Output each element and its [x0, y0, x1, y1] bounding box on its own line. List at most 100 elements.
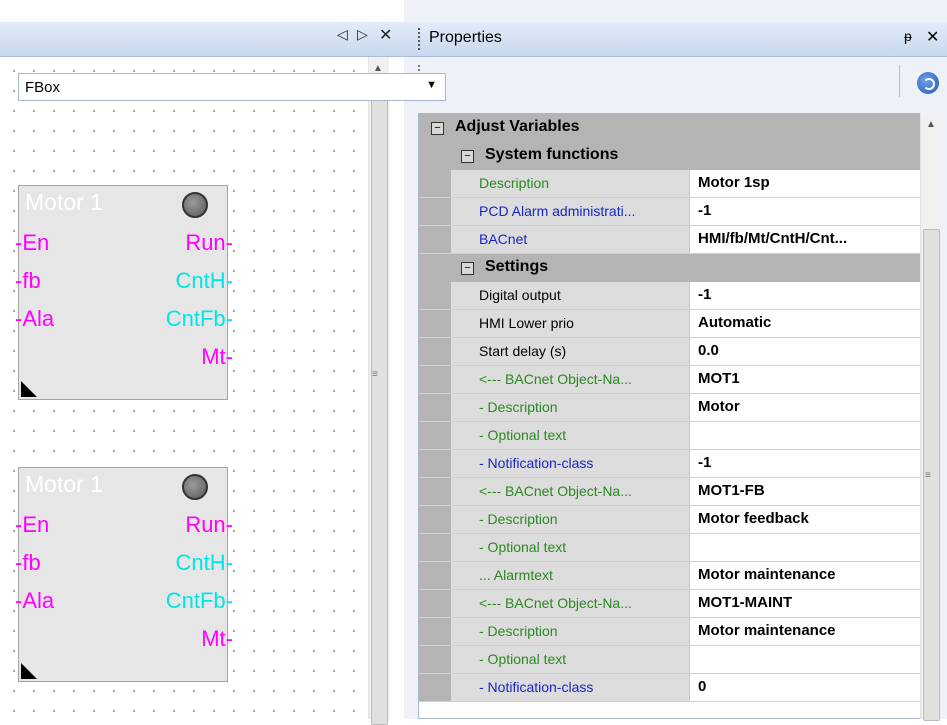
row-gutter: [419, 562, 451, 589]
motor-fbox[interactable]: Motor 1 -En -fb -Ala Run- CntH- CntFb- Mt-: [15, 467, 233, 682]
scrollbar-grip-icon: ≡: [925, 470, 931, 481]
property-row[interactable]: ... Alarmtext Motor maintenance: [419, 562, 920, 590]
close-properties-icon[interactable]: ✕: [926, 27, 939, 47]
properties-vertical-scrollbar[interactable]: ▲ ≡: [920, 113, 941, 721]
property-name[interactable]: <--- BACnet Object-Na...: [451, 478, 690, 505]
output-pin[interactable]: Mt-: [201, 345, 233, 369]
object-select-dropdown[interactable]: FBox ▼: [18, 73, 446, 101]
property-row[interactable]: - Description Motor feedback: [419, 506, 920, 534]
property-row[interactable]: BACnet HMI/fb/Mt/CntH/Cnt...: [419, 226, 920, 254]
property-value[interactable]: Motor maintenance: [690, 618, 920, 645]
output-pin[interactable]: CntFb-: [166, 589, 233, 613]
property-row[interactable]: Description Motor 1sp: [419, 170, 920, 198]
collapse-icon[interactable]: −: [431, 122, 444, 135]
row-gutter: [419, 478, 451, 505]
row-gutter: [419, 226, 451, 253]
category-row[interactable]: − System functions: [419, 142, 920, 170]
property-name[interactable]: <--- BACnet Object-Na...: [451, 366, 690, 393]
property-value[interactable]: Motor 1sp: [690, 170, 920, 197]
input-pin[interactable]: -fb: [15, 551, 41, 575]
toolbar-separator: [899, 65, 900, 97]
property-row[interactable]: - Notification-class -1: [419, 450, 920, 478]
scroll-up-arrow-icon[interactable]: ▲: [926, 119, 936, 130]
property-name[interactable]: - Description: [451, 394, 690, 421]
output-pin[interactable]: CntH-: [176, 269, 233, 293]
pin-icon[interactable]: ᵽ: [904, 28, 912, 44]
property-name[interactable]: <--- BACnet Object-Na...: [451, 590, 690, 617]
property-name[interactable]: ... Alarmtext: [451, 562, 690, 589]
refresh-icon[interactable]: [917, 72, 939, 94]
property-row[interactable]: - Description Motor maintenance: [419, 618, 920, 646]
input-pin[interactable]: -Ala: [15, 307, 54, 331]
property-row[interactable]: - Optional text: [419, 646, 920, 674]
property-name[interactable]: - Description: [451, 618, 690, 645]
property-value[interactable]: 0: [690, 674, 920, 701]
input-pin[interactable]: -fb: [15, 269, 41, 293]
property-row[interactable]: - Description Motor: [419, 394, 920, 422]
property-value[interactable]: 0.0: [690, 338, 920, 365]
property-value[interactable]: MOT1-MAINT: [690, 590, 920, 617]
motor-fbox[interactable]: Motor 1 -En -fb -Ala Run- CntH- CntFb- Mt-: [15, 185, 233, 400]
input-pin[interactable]: -Ala: [15, 589, 54, 613]
property-value[interactable]: Motor maintenance: [690, 562, 920, 589]
close-editor-icon[interactable]: ✕: [379, 25, 392, 45]
property-name[interactable]: HMI Lower prio: [451, 310, 690, 337]
property-value[interactable]: [690, 646, 920, 673]
property-name[interactable]: - Optional text: [451, 422, 690, 449]
category-label: System functions: [485, 146, 619, 163]
output-pin[interactable]: Mt-: [201, 627, 233, 651]
property-row[interactable]: PCD Alarm administrati... -1: [419, 198, 920, 226]
property-value[interactable]: Automatic: [690, 310, 920, 337]
dropdown-arrow-icon[interactable]: ▼: [426, 79, 437, 91]
input-pin[interactable]: -En: [15, 231, 49, 255]
category-row[interactable]: − Settings: [419, 254, 920, 282]
property-name[interactable]: - Notification-class: [451, 450, 690, 477]
property-value[interactable]: MOT1-FB: [690, 478, 920, 505]
input-pin[interactable]: -En: [15, 513, 49, 537]
property-value[interactable]: [690, 534, 920, 561]
editor-vertical-scrollbar[interactable]: ▲ ≡: [368, 57, 389, 725]
property-value[interactable]: [690, 422, 920, 449]
property-name[interactable]: - Notification-class: [451, 674, 690, 701]
property-name[interactable]: - Optional text: [451, 646, 690, 673]
property-name[interactable]: PCD Alarm administrati...: [451, 198, 690, 225]
output-pin[interactable]: CntFb-: [166, 307, 233, 331]
property-row[interactable]: <--- BACnet Object-Na... MOT1-MAINT: [419, 590, 920, 618]
property-name[interactable]: BACnet: [451, 226, 690, 253]
property-value[interactable]: HMI/fb/Mt/CntH/Cnt...: [690, 226, 920, 253]
property-row[interactable]: Digital output -1: [419, 282, 920, 310]
property-value[interactable]: -1: [690, 450, 920, 477]
resize-corner-icon[interactable]: [21, 381, 37, 397]
property-name[interactable]: Description: [451, 170, 690, 197]
property-name[interactable]: - Description: [451, 506, 690, 533]
property-value[interactable]: MOT1: [690, 366, 920, 393]
property-value[interactable]: -1: [690, 282, 920, 309]
property-name[interactable]: Digital output: [451, 282, 690, 309]
property-name[interactable]: Start delay (s): [451, 338, 690, 365]
category-row[interactable]: − Adjust Variables: [419, 114, 920, 142]
property-value[interactable]: Motor: [690, 394, 920, 421]
row-gutter: [419, 338, 451, 365]
output-pin[interactable]: CntH-: [176, 551, 233, 575]
property-row[interactable]: - Notification-class 0: [419, 674, 920, 702]
row-gutter: [419, 422, 451, 449]
property-value[interactable]: -1: [690, 198, 920, 225]
property-row[interactable]: HMI Lower prio Automatic: [419, 310, 920, 338]
property-value[interactable]: Motor feedback: [690, 506, 920, 533]
property-name[interactable]: - Optional text: [451, 534, 690, 561]
scroll-tabs-right-icon[interactable]: ▷: [357, 26, 368, 43]
scroll-tabs-left-icon[interactable]: ◁: [337, 26, 348, 43]
property-row[interactable]: - Optional text: [419, 534, 920, 562]
collapse-icon[interactable]: −: [461, 150, 474, 163]
resize-corner-icon[interactable]: [21, 663, 37, 679]
drag-grip-icon[interactable]: [418, 28, 423, 50]
property-row[interactable]: <--- BACnet Object-Na... MOT1: [419, 366, 920, 394]
row-gutter: [419, 646, 451, 673]
property-row[interactable]: <--- BACnet Object-Na... MOT1-FB: [419, 478, 920, 506]
output-pin[interactable]: Run-: [185, 231, 233, 255]
output-pin[interactable]: Run-: [185, 513, 233, 537]
property-row[interactable]: Start delay (s) 0.0: [419, 338, 920, 366]
scrollbar-thumb[interactable]: [371, 83, 388, 725]
collapse-icon[interactable]: −: [461, 262, 474, 275]
property-row[interactable]: - Optional text: [419, 422, 920, 450]
